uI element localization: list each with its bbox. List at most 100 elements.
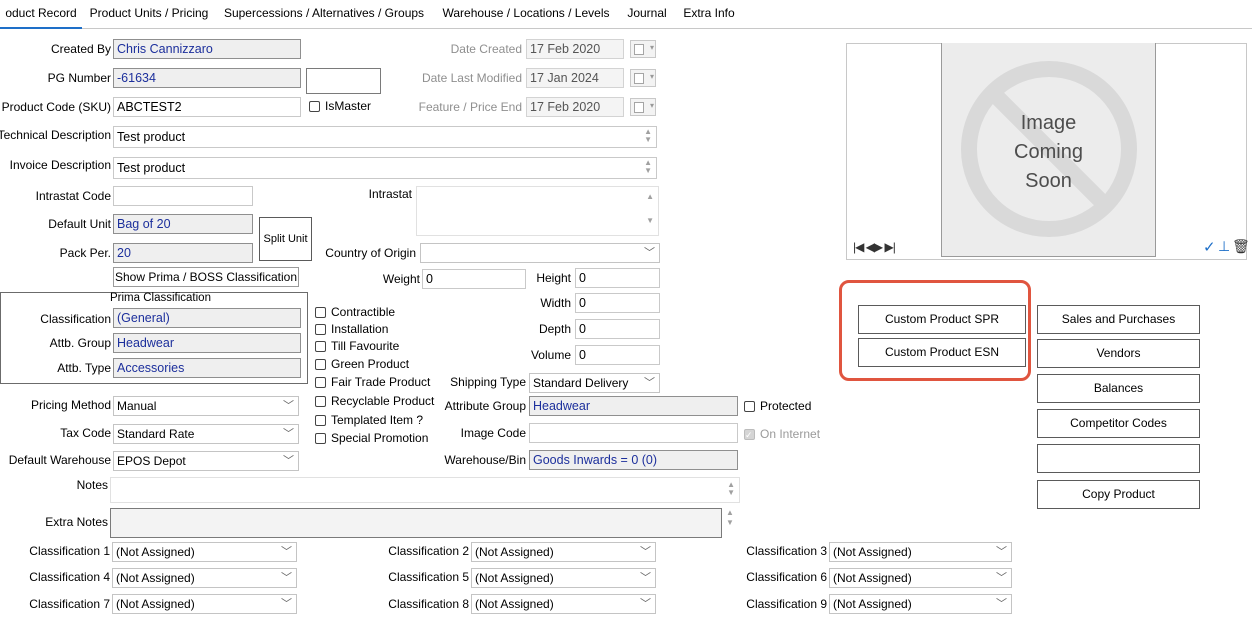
pricing-method-label: Pricing Method (30, 398, 111, 412)
invoice-description-value: Test product (117, 161, 186, 175)
pricing-method-select[interactable]: Manual ﹀ (113, 396, 299, 416)
on-internet-checkbox[interactable]: On Internet (744, 426, 820, 443)
competitor-codes-button[interactable]: Competitor Codes (1037, 409, 1200, 438)
contractible-checkbox[interactable]: Contractible (315, 304, 395, 320)
classification-2-label: Classification 2 (388, 544, 469, 558)
checkbox-box[interactable] (309, 101, 320, 112)
classification-7-select[interactable]: (Not Assigned) ﹀ (112, 594, 297, 614)
checkbox-box[interactable] (744, 401, 755, 412)
feature-price-end-field: 17 Feb 2020 (526, 97, 624, 117)
tab-bar: oduct Record Product Units / Pricing Sup… (0, 0, 1252, 29)
checkbox-box[interactable] (315, 307, 326, 318)
special-promotion-checkbox[interactable]: Special Promotion (315, 430, 428, 446)
copy-product-button[interactable]: Copy Product (1037, 480, 1200, 509)
tab-journal[interactable]: Journal (622, 0, 672, 27)
green-product-checkbox[interactable]: Green Product (315, 356, 409, 372)
volume-field[interactable]: 0 (575, 345, 660, 365)
checkbox-box[interactable] (315, 341, 326, 352)
notes-label: Notes (76, 478, 108, 492)
tab-extra-info[interactable]: Extra Info (676, 0, 742, 27)
height-label: Height (536, 271, 571, 285)
checkbox-box[interactable] (315, 359, 326, 370)
fair-trade-checkbox[interactable]: Fair Trade Product (315, 374, 430, 390)
image-code-field[interactable] (529, 423, 738, 443)
check-icon[interactable]: ✓ (1203, 238, 1216, 256)
classification-5-label: Classification 5 (388, 570, 469, 584)
is-master-checkbox[interactable]: IsMaster (309, 98, 371, 114)
classification-2-select[interactable]: (Not Assigned) ﹀ (471, 542, 656, 562)
templated-item-checkbox[interactable]: Templated Item ? (315, 412, 423, 428)
tax-code-select[interactable]: Standard Rate ﹀ (113, 424, 299, 444)
spin-icon[interactable]: ▲ ▼ (644, 128, 652, 144)
show-prima-button[interactable]: Show Prima / BOSS Classification (113, 267, 299, 287)
recyclable-checkbox[interactable]: Recyclable Product (315, 393, 434, 409)
trash-icon[interactable]: 🗑 (1232, 238, 1250, 255)
height-field[interactable]: 0 (575, 268, 660, 288)
technical-description-value: Test product (117, 130, 186, 144)
checkbox-box[interactable] (315, 433, 326, 444)
product-code-field[interactable]: ABCTEST2 (113, 97, 301, 117)
classification-3-select[interactable]: (Not Assigned) ﹀ (829, 542, 1012, 562)
attb-group-field: Headwear (113, 333, 301, 353)
till-favourite-checkbox[interactable]: Till Favourite (315, 338, 399, 354)
volume-label: Volume (530, 348, 571, 362)
blank-button[interactable] (1037, 444, 1200, 473)
pg-extra-field[interactable] (306, 68, 381, 94)
extra-notes-textarea[interactable] (110, 508, 722, 538)
calendar-icon[interactable]: ▾ (630, 98, 656, 116)
tab-product-units-pricing[interactable]: Product Units / Pricing (84, 0, 214, 27)
vendors-button[interactable]: Vendors (1037, 339, 1200, 368)
shipping-type-select[interactable]: Standard Delivery ﹀ (529, 373, 660, 393)
upload-icon[interactable]: ⊥ (1218, 238, 1230, 255)
invoice-description-field[interactable]: Test product ▲ ▼ (113, 157, 657, 179)
custom-product-spr-button[interactable]: Custom Product SPR (858, 305, 1026, 334)
installation-label: Installation (331, 322, 389, 336)
classification-6-select[interactable]: (Not Assigned) ﹀ (829, 568, 1012, 588)
sales-and-purchases-button[interactable]: Sales and Purchases (1037, 305, 1200, 334)
depth-field[interactable]: 0 (575, 319, 660, 339)
classification-8-label: Classification 8 (388, 597, 469, 611)
spin-icon[interactable]: ▲ ▼ (726, 508, 734, 528)
default-warehouse-select[interactable]: EPOS Depot ﹀ (113, 451, 299, 471)
weight-field[interactable]: 0 (422, 269, 526, 289)
checkbox-box[interactable] (315, 377, 326, 388)
calendar-icon[interactable]: ▾ (630, 69, 656, 87)
checkbox-box[interactable] (315, 415, 326, 426)
spin-icon[interactable]: ▲ ▼ (644, 159, 652, 175)
pricing-method-value: Manual (117, 399, 157, 413)
tab-warehouse-locations[interactable]: Warehouse / Locations / Levels (436, 0, 616, 27)
intrastat-code-field[interactable] (113, 186, 253, 206)
installation-checkbox[interactable]: Installation (315, 321, 388, 337)
checkbox-box[interactable] (744, 427, 755, 443)
chevron-down-icon: ﹀ (644, 377, 655, 389)
split-unit-button[interactable]: Split Unit (259, 217, 312, 261)
classification-1-select[interactable]: (Not Assigned) ﹀ (112, 542, 297, 562)
country-of-origin-select[interactable]: ﹀ (420, 243, 660, 263)
image-code-label: Image Code (460, 426, 526, 440)
width-field[interactable]: 0 (575, 293, 660, 313)
technical-description-field[interactable]: Test product ▲ ▼ (113, 126, 657, 148)
balances-button[interactable]: Balances (1037, 374, 1200, 403)
notes-textarea[interactable]: ▲ ▼ (110, 477, 740, 503)
pack-per-field: 20 (113, 243, 253, 263)
intrastat-textarea[interactable]: ▲ ▼ (416, 186, 659, 236)
classification-9-select[interactable]: (Not Assigned) ﹀ (829, 594, 1012, 614)
tab-product-record[interactable]: oduct Record (0, 0, 82, 29)
tab-supercessions[interactable]: Supercessions / Alternatives / Groups (218, 0, 430, 27)
custom-product-esn-button[interactable]: Custom Product ESN (858, 338, 1026, 367)
default-unit-label: Default Unit (48, 217, 111, 231)
chevron-down-icon: ﹀ (996, 546, 1007, 558)
classification-4-select[interactable]: (Not Assigned) ﹀ (112, 568, 297, 588)
spin-icon[interactable]: ▲ ▼ (727, 481, 735, 497)
protected-checkbox[interactable]: Protected (744, 398, 811, 414)
placeholder-line: Coming (1014, 141, 1083, 163)
classification-8-select[interactable]: (Not Assigned) ﹀ (471, 594, 656, 614)
classification-7-label: Classification 7 (29, 597, 110, 611)
country-of-origin-label: Country of Origin (325, 246, 416, 260)
spin-icon[interactable]: ▲ ▼ (646, 193, 654, 225)
checkbox-box[interactable] (315, 396, 326, 407)
image-nav-controls[interactable]: |◀ ◀▶ ▶| (853, 240, 896, 254)
checkbox-box[interactable] (315, 324, 326, 335)
classification-5-select[interactable]: (Not Assigned) ﹀ (471, 568, 656, 588)
calendar-icon[interactable]: ▾ (630, 40, 656, 58)
